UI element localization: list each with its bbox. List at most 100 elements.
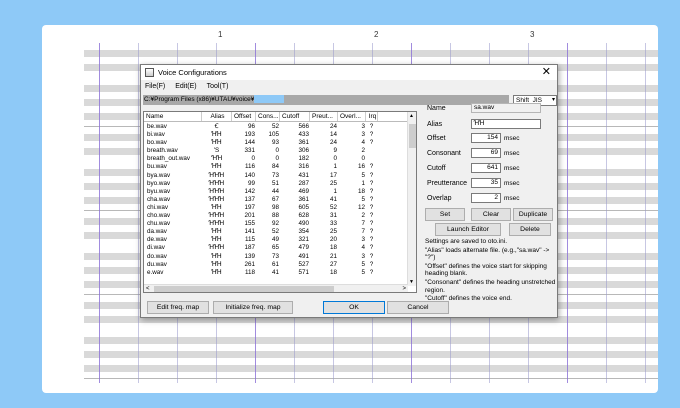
scroll-down-icon[interactable]: ▼ (409, 279, 414, 285)
voice-path-field[interactable]: C:¥Program Files (x86)¥UTAU¥voice¥ (143, 95, 509, 105)
menu-file[interactable]: File(F) (145, 81, 165, 92)
table-cell: bu.wav (147, 163, 167, 171)
col-consonant[interactable]: Cons... (256, 112, 280, 121)
table-cell: 24 (329, 123, 337, 130)
table-row[interactable]: chu.wav ꞪꞪꞪ 155 92 490 33 7? (144, 220, 408, 228)
table-cell: 197 (244, 203, 255, 211)
overlap-label: Overlap (427, 195, 452, 202)
table-cell: 5 (361, 260, 365, 268)
offset-field[interactable]: 154 (471, 133, 501, 143)
cutoff-unit: msec (504, 165, 520, 172)
table-row[interactable]: be.wav Ꞓ 96 52 566 24 3? (144, 123, 408, 131)
table-cell: ? (369, 212, 374, 220)
table-cell: byu.wav (147, 187, 171, 195)
table-cell: 354 (298, 228, 309, 236)
table-cell: ? (369, 139, 374, 147)
cancel-button[interactable]: Cancel (387, 301, 449, 314)
table-row[interactable]: di.wav ꞪꞪꞪ 187 65 479 18 4? (144, 244, 408, 252)
table-cell: 361 (298, 195, 309, 203)
list-horizontal-scrollbar[interactable]: < > (144, 284, 408, 292)
table-row[interactable]: e.wav ꞪꞪ 118 41 571 18 5? (144, 269, 408, 277)
table-cell: 5 (361, 171, 365, 179)
initialize-freq-map-button[interactable]: Initialize freq. map (213, 301, 293, 314)
table-row[interactable]: breath_out.wav 'ꞪꞪ 0 0 182 0 0 (144, 155, 408, 163)
launch-editor-button[interactable]: Launch Editor (435, 223, 501, 236)
duplicate-button[interactable]: Duplicate (513, 208, 553, 221)
scroll-right-icon[interactable]: > (402, 285, 406, 292)
table-cell: be.wav (147, 123, 167, 130)
consonant-label: Consonant (427, 150, 461, 157)
table-row[interactable]: da.wav ꞪꞪ 141 52 354 25 7? (144, 228, 408, 236)
scroll-thumb[interactable] (409, 124, 416, 148)
preutterance-field[interactable]: 35 (471, 178, 501, 188)
table-cell: 566 (298, 123, 309, 130)
delete-button[interactable]: Delete (509, 223, 551, 236)
ok-button[interactable]: OK (323, 301, 385, 314)
table-cell: 99 (247, 179, 255, 187)
table-row[interactable]: bya.wav ꞪꞪꞪ 140 73 431 17 5? (144, 172, 408, 180)
table-row[interactable]: breath.wav 'S 331 0 306 9 2 (144, 147, 408, 155)
table-row[interactable]: bi.wav ꞪꞪ 193 105 433 14 3? (144, 131, 408, 139)
table-cell: 65 (271, 244, 279, 252)
table-row[interactable]: cho.wav ꞪꞪꞪ 201 88 628 31 2? (144, 212, 408, 220)
table-cell: 5 (361, 268, 365, 276)
grid-beat-line (138, 43, 139, 383)
scroll-left-icon[interactable]: < (146, 285, 150, 292)
table-row[interactable]: du.wav ꞪꞪ 261 61 527 27 5? (144, 261, 408, 269)
table-row[interactable]: do.wav ꞪꞪ 139 73 491 21 3? (144, 253, 408, 261)
col-frq[interactable]: Irq (366, 112, 378, 121)
list-vertical-scrollbar[interactable]: ▲ ▼ (407, 112, 416, 286)
table-row[interactable]: byu.wav ꞪꞪꞪ 142 44 469 1 18? (144, 188, 408, 196)
table-cell: 17 (329, 171, 337, 179)
table-row[interactable]: byo.wav ꞪꞪꞪ 99 51 287 25 1? (144, 180, 408, 188)
table-cell: chi.wav (147, 203, 168, 211)
dialog-titlebar[interactable]: Voice Configurations ✕ (141, 65, 557, 80)
table-row[interactable]: de.wav ꞪꞪ 115 49 321 20 3? (144, 236, 408, 244)
table-cell: 469 (298, 187, 309, 195)
table-cell: ꞪꞪ (211, 163, 222, 171)
preutterance-label: Preutterance (427, 180, 468, 187)
col-preutterance[interactable]: Preut... (310, 112, 338, 121)
col-name[interactable]: Name (144, 112, 202, 121)
table-cell: 24 (329, 139, 337, 147)
table-cell: e.wav (147, 268, 164, 276)
cutoff-field[interactable]: 641 (471, 163, 501, 173)
table-cell: 0 (275, 147, 279, 155)
measure-mark-3: 3 (530, 30, 535, 39)
table-row[interactable]: cha.wav ꞪꞪꞪ 137 67 361 41 5? (144, 196, 408, 204)
edit-freq-map-button[interactable]: Edit freq. map (147, 301, 209, 314)
table-cell: 33 (329, 220, 337, 228)
table-cell: 25 (329, 179, 337, 187)
col-alias[interactable]: Alias (202, 112, 232, 121)
table-row[interactable]: bu.wav ꞪꞪ 116 84 316 1 16? (144, 163, 408, 171)
consonant-field[interactable]: 69 (471, 148, 501, 158)
col-offset[interactable]: Offset (232, 112, 256, 121)
table-cell: di.wav (147, 244, 165, 252)
set-button[interactable]: Set (425, 208, 465, 221)
table-row[interactable]: bo.wav ꞪꞪ 144 93 361 24 4? (144, 139, 408, 147)
table-row[interactable]: chi.wav ꞪꞪ 197 98 605 52 12? (144, 204, 408, 212)
alias-list[interactable]: Name Alias Offset Cons... Cutoff Preut..… (143, 111, 417, 293)
scroll-up-icon[interactable]: ▲ (409, 113, 414, 119)
table-cell: 61 (271, 260, 279, 268)
table-cell: ꞪꞪꞪ (208, 171, 225, 179)
close-icon[interactable]: ✕ (542, 66, 551, 79)
menu-edit[interactable]: Edit(E) (175, 81, 196, 92)
table-cell: 1 (333, 163, 337, 171)
table-cell: 306 (298, 147, 309, 155)
clear-button[interactable]: Clear (471, 208, 511, 221)
overlap-field[interactable]: 2 (471, 193, 501, 203)
table-cell: 3 (361, 123, 365, 130)
table-cell: 51 (271, 179, 279, 187)
table-cell: 361 (298, 139, 309, 147)
help-line: Settings are saved to oto.ini. (425, 238, 508, 245)
table-cell: 18 (329, 268, 337, 276)
col-cutoff[interactable]: Cutoff (280, 112, 310, 121)
alias-field[interactable]: ꞪꞪ (471, 119, 541, 129)
grid-row (84, 337, 658, 344)
grid-row (84, 372, 658, 379)
menu-tool[interactable]: Tool(T) (207, 81, 229, 92)
hscroll-thumb[interactable] (154, 286, 334, 292)
col-overlap[interactable]: Overl... (338, 112, 366, 121)
table-cell: 5 (361, 195, 365, 203)
